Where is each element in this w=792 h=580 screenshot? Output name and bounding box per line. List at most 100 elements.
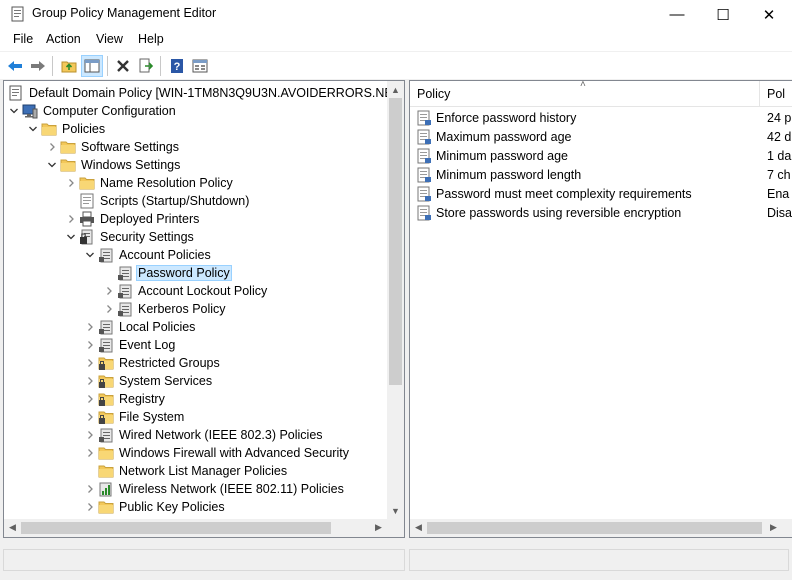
- scroll-right-arrow[interactable]: ▶: [370, 519, 387, 536]
- export-list-button[interactable]: [135, 55, 157, 77]
- tree-item[interactable]: Policies: [25, 120, 107, 138]
- chevron-right-icon[interactable]: [82, 319, 98, 335]
- chevron-right-icon[interactable]: [82, 499, 98, 515]
- help-button[interactable]: ?: [166, 55, 188, 77]
- tree-item[interactable]: Security Settings: [63, 228, 196, 246]
- chevron-down-icon[interactable]: [25, 121, 41, 137]
- tree-item[interactable]: Local Policies: [82, 318, 197, 336]
- chevron-right-icon[interactable]: [82, 481, 98, 497]
- tree-item[interactable]: Default Domain Policy [WIN-1TM8N3Q9U3N.A…: [6, 84, 387, 102]
- chevron-right-icon[interactable]: [82, 391, 98, 407]
- printer-icon: [79, 211, 95, 227]
- status-segment-left: [3, 549, 405, 571]
- menu-view[interactable]: View: [94, 32, 125, 46]
- properties-button[interactable]: [189, 55, 211, 77]
- list-scroll-right-arrow[interactable]: ▶: [765, 519, 782, 536]
- policy-row[interactable]: Minimum password length: [416, 165, 581, 184]
- chevron-right-icon[interactable]: [82, 373, 98, 389]
- policy-row[interactable]: Maximum password age: [416, 127, 571, 146]
- tree-item[interactable]: Password Policy: [101, 264, 232, 282]
- chevron-right-icon[interactable]: [82, 337, 98, 353]
- scroll-up-arrow[interactable]: ▲: [387, 81, 404, 98]
- menu-action[interactable]: Action: [44, 32, 83, 46]
- tree-item[interactable]: Event Log: [82, 336, 177, 354]
- tree-item[interactable]: Restricted Groups: [82, 354, 222, 372]
- tree-item[interactable]: Name Resolution Policy: [63, 174, 235, 192]
- tree-item[interactable]: File System: [82, 408, 186, 426]
- maximize-button[interactable]: ☐: [700, 0, 746, 29]
- tree-item[interactable]: Scripts (Startup/Shutdown): [63, 192, 251, 210]
- menu-help[interactable]: Help: [136, 32, 166, 46]
- close-button[interactable]: ✕: [746, 0, 792, 29]
- show-hide-console-tree-button[interactable]: [81, 55, 103, 77]
- tree-item[interactable]: Kerberos Policy: [101, 300, 228, 318]
- tree-item-label: Event Log: [119, 338, 176, 352]
- tree-item[interactable]: Software Settings: [44, 138, 181, 156]
- tree-item[interactable]: Wireless Network (IEEE 802.11) Policies: [82, 480, 346, 498]
- scroll-down-arrow[interactable]: ▼: [387, 502, 404, 519]
- policy-setting-value: 1 da: [767, 148, 792, 163]
- tree-horizontal-scroll-thumb[interactable]: [21, 522, 331, 534]
- chevron-right-icon[interactable]: [44, 139, 60, 155]
- wireless-icon: [98, 481, 114, 497]
- tree-item[interactable]: Public Key Policies: [82, 498, 227, 516]
- chevron-down-icon[interactable]: [82, 247, 98, 263]
- chevron-right-icon[interactable]: [63, 211, 79, 227]
- back-arrow-icon: [8, 61, 22, 71]
- tree-item-label: Default Domain Policy [WIN-1TM8N3Q9U3N.A…: [29, 86, 387, 100]
- chevron-right-icon[interactable]: [82, 355, 98, 371]
- list-scroll-left-arrow[interactable]: ◀: [410, 519, 427, 536]
- tree-item-label: Public Key Policies: [119, 500, 225, 514]
- list-horizontal-scroll-thumb[interactable]: [427, 522, 762, 534]
- chevron-right-icon[interactable]: [101, 283, 117, 299]
- policy-icon: [98, 427, 114, 443]
- policy-icon: [117, 265, 133, 281]
- menu-file[interactable]: File: [11, 32, 35, 46]
- policy-row[interactable]: Minimum password age: [416, 146, 568, 165]
- list-horizontal-scrollbar[interactable]: ◀ ▶: [410, 519, 792, 537]
- scroll-corner: [387, 519, 404, 537]
- lock-folder-icon: [98, 409, 114, 425]
- tree-item-label: Kerberos Policy: [138, 302, 226, 316]
- forward-button[interactable]: [27, 55, 49, 77]
- scroll-left-arrow[interactable]: ◀: [4, 519, 21, 536]
- policy-row[interactable]: Store passwords using reversible encrypt…: [416, 203, 681, 222]
- chevron-down-icon[interactable]: [44, 157, 60, 173]
- tree-vertical-scrollbar[interactable]: ▲ ▼: [387, 81, 404, 519]
- chevron-right-icon[interactable]: [101, 301, 117, 317]
- delete-button[interactable]: [112, 55, 134, 77]
- back-button[interactable]: [4, 55, 26, 77]
- chevron-down-icon[interactable]: [63, 229, 79, 245]
- tree-item[interactable]: Computer Configuration: [6, 102, 178, 120]
- tree-item[interactable]: Account Lockout Policy: [101, 282, 269, 300]
- tree-horizontal-scrollbar[interactable]: ◀ ▶: [4, 519, 387, 537]
- chevron-right-icon[interactable]: [82, 445, 98, 461]
- policy-row[interactable]: Enforce password history: [416, 108, 576, 127]
- chevron-right-icon[interactable]: [82, 427, 98, 443]
- details-pane[interactable]: Policy ˄ Pol Enforce password history 24 …: [409, 79, 792, 538]
- tree-item[interactable]: Account Policies: [82, 246, 213, 264]
- tree-item[interactable]: Windows Firewall with Advanced Security: [82, 444, 351, 462]
- menu-bar: File Action View Help: [0, 29, 792, 51]
- chevron-down-icon[interactable]: [6, 103, 22, 119]
- policy-setting-icon: [416, 167, 432, 183]
- policy-icon: [117, 301, 133, 317]
- tree-item[interactable]: Wired Network (IEEE 802.3) Policies: [82, 426, 325, 444]
- chevron-right-icon[interactable]: [82, 409, 98, 425]
- chevron-right-icon[interactable]: [63, 175, 79, 191]
- tree-vertical-scroll-thumb[interactable]: [389, 98, 402, 385]
- tree-item[interactable]: Network List Manager Policies: [82, 462, 289, 480]
- toolbar: ?: [0, 51, 792, 79]
- policy-row[interactable]: Password must meet complexity requiremen…: [416, 184, 692, 203]
- title-bar[interactable]: Group Policy Management Editor — ☐ ✕: [0, 0, 792, 29]
- tree-item-label: Computer Configuration: [43, 104, 176, 118]
- up-one-level-button[interactable]: [58, 55, 80, 77]
- tree-item[interactable]: Windows Settings: [44, 156, 182, 174]
- tree-item[interactable]: Registry: [82, 390, 167, 408]
- minimize-button[interactable]: —: [654, 0, 700, 29]
- folder-icon: [98, 499, 114, 515]
- tree-item[interactable]: System Services: [82, 372, 214, 390]
- tree-item[interactable]: Deployed Printers: [63, 210, 201, 228]
- console-tree[interactable]: Default Domain Policy [WIN-1TM8N3Q9U3N.A…: [3, 80, 405, 538]
